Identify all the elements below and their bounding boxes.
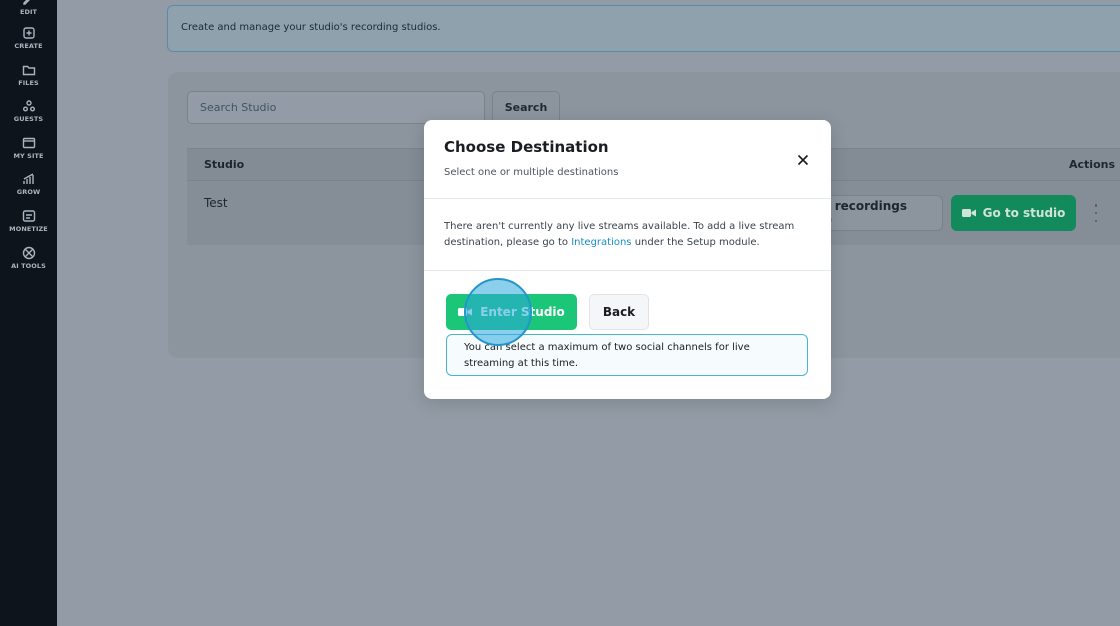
files-icon [22, 65, 35, 76]
grow-icon [22, 173, 34, 184]
sidebar-item-grow[interactable]: GROW [0, 172, 57, 196]
enter-studio-button[interactable]: Enter Studio [446, 294, 577, 330]
create-icon [22, 27, 35, 39]
sidebar-item-label: AI TOOLS [11, 262, 46, 270]
column-header-actions: Actions [1069, 158, 1115, 171]
sidebar-item-create[interactable]: CREATE [0, 26, 57, 50]
sidebar-item-monetize[interactable]: MONETIZE [0, 209, 57, 233]
message-text-after: under the Setup module. [631, 237, 760, 248]
column-header-studio: Studio [204, 158, 245, 171]
sidebar-item-edit[interactable]: EDIT [0, 0, 57, 16]
sidebar-item-ai-tools[interactable]: AI TOOLS [0, 246, 57, 270]
guests-icon [22, 100, 35, 112]
sidebar-item-label: MONETIZE [9, 225, 48, 233]
modal-divider-bottom [424, 270, 831, 271]
sidebar-item-label: MY SITE [13, 152, 44, 160]
sidebar-item-label: FILES [18, 79, 39, 87]
sidebar-item-label: GROW [16, 188, 41, 196]
go-to-studio-label: Go to studio [982, 206, 1066, 220]
monetize-icon [22, 210, 35, 222]
studio-name: Test [204, 196, 228, 210]
all-recordings-button[interactable]: All recordings (0) [812, 195, 943, 231]
video-camera-icon [961, 209, 976, 217]
video-camera-icon [458, 308, 473, 316]
info-banner: Create and manage your studio's recordin… [167, 5, 1120, 52]
modal-divider-top [424, 198, 831, 199]
sidebar-item-label: CREATE [14, 42, 43, 50]
modal-message: There aren't currently any live streams … [444, 219, 814, 251]
enter-studio-label: Enter Studio [480, 305, 565, 319]
go-to-studio-button[interactable]: Go to studio [951, 195, 1076, 231]
sidebar-item-label: EDIT [19, 8, 38, 16]
ai-tools-icon [22, 246, 35, 260]
sidebar-item-files[interactable]: FILES [0, 63, 57, 87]
choose-destination-modal: Choose Destination Select one or multipl… [424, 120, 831, 399]
banner-text: Create and manage your studio's recordin… [181, 22, 441, 33]
edit-icon [22, 0, 30, 5]
integrations-link[interactable]: Integrations [571, 237, 631, 248]
more-options-icon[interactable] [1090, 204, 1102, 222]
modal-subtitle: Select one or multiple destinations [444, 167, 619, 178]
sidebar-item-label: GUESTS [13, 115, 44, 123]
sidebar: EDIT CREATE FILES GUESTS MY SITE GROW MO… [0, 0, 57, 626]
sidebar-item-my-site[interactable]: MY SITE [0, 136, 57, 160]
sidebar-item-guests[interactable]: GUESTS [0, 99, 57, 123]
tooltip: You can select a maximum of two social c… [446, 334, 808, 376]
close-icon[interactable] [796, 152, 810, 166]
back-button[interactable]: Back [589, 294, 649, 330]
my-site-icon [22, 137, 35, 149]
modal-title: Choose Destination [444, 138, 609, 156]
